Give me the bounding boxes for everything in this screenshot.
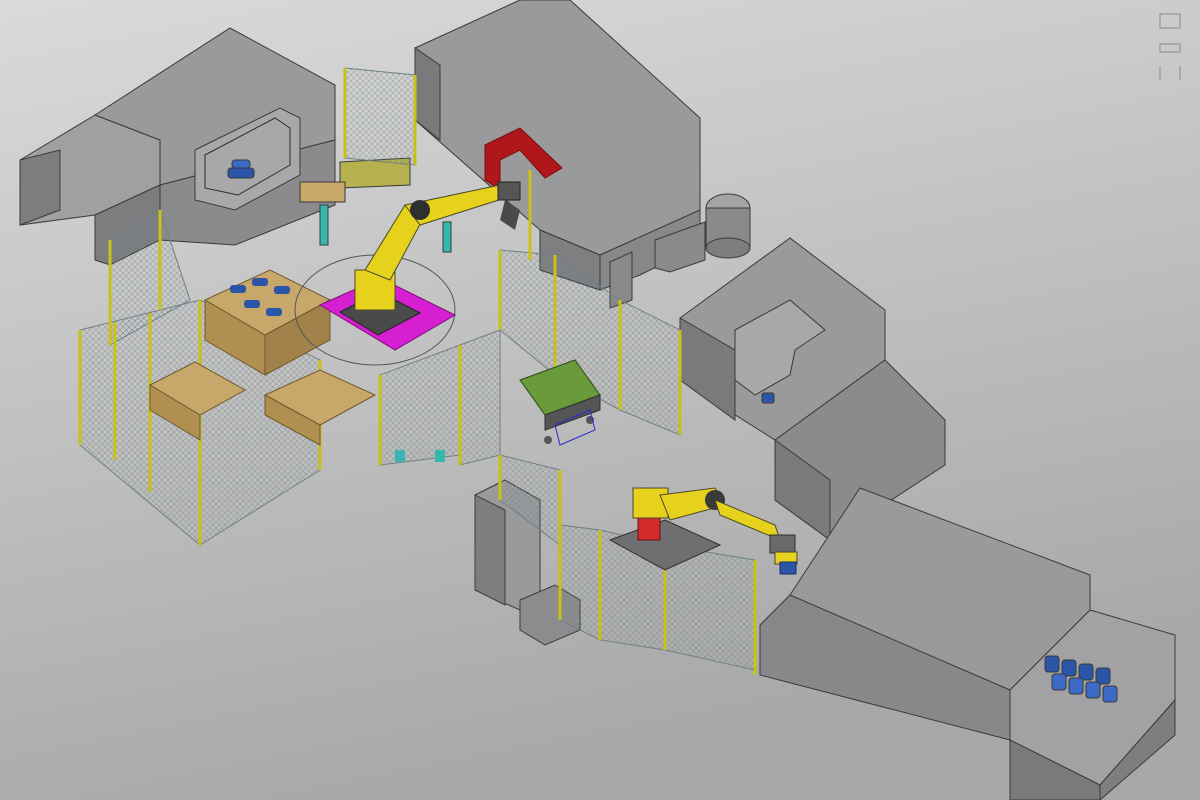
work-cell-drawing (0, 0, 1200, 800)
blue-part-cluster (227, 159, 255, 179)
work-cell-scene (0, 0, 1200, 800)
